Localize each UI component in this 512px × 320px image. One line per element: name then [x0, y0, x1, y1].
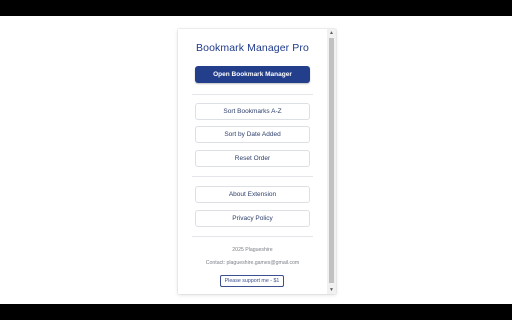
reset-order-button[interactable]: Reset Order	[195, 150, 310, 167]
scroll-up-arrow-icon[interactable]: ▲	[327, 29, 336, 37]
scrollbar-thumb[interactable]	[329, 38, 334, 283]
popup-content: Bookmark Manager Pro Open Bookmark Manag…	[178, 29, 327, 294]
browser-page: Bookmark Manager Pro Open Bookmark Manag…	[0, 16, 512, 304]
copyright-text: 2025 Plagueshire	[232, 247, 273, 253]
divider	[192, 176, 313, 177]
sort-az-button[interactable]: Sort Bookmarks A-Z	[195, 103, 310, 120]
sort-by-date-button[interactable]: Sort by Date Added	[195, 126, 310, 143]
about-extension-button[interactable]: About Extension	[195, 186, 310, 203]
open-bookmark-manager-button[interactable]: Open Bookmark Manager	[195, 66, 310, 83]
divider	[192, 94, 313, 95]
divider	[192, 236, 313, 237]
extension-popup: Bookmark Manager Pro Open Bookmark Manag…	[178, 29, 336, 294]
vertical-scrollbar[interactable]: ▲ ▼	[327, 29, 336, 294]
popup-title: Bookmark Manager Pro	[196, 42, 309, 54]
contact-text: Contact: plagueshire.games@gmail.com	[205, 260, 300, 266]
privacy-policy-button[interactable]: Privacy Policy	[195, 210, 310, 227]
support-button[interactable]: Please support me - $1	[220, 275, 284, 287]
scroll-down-arrow-icon[interactable]: ▼	[327, 286, 336, 294]
